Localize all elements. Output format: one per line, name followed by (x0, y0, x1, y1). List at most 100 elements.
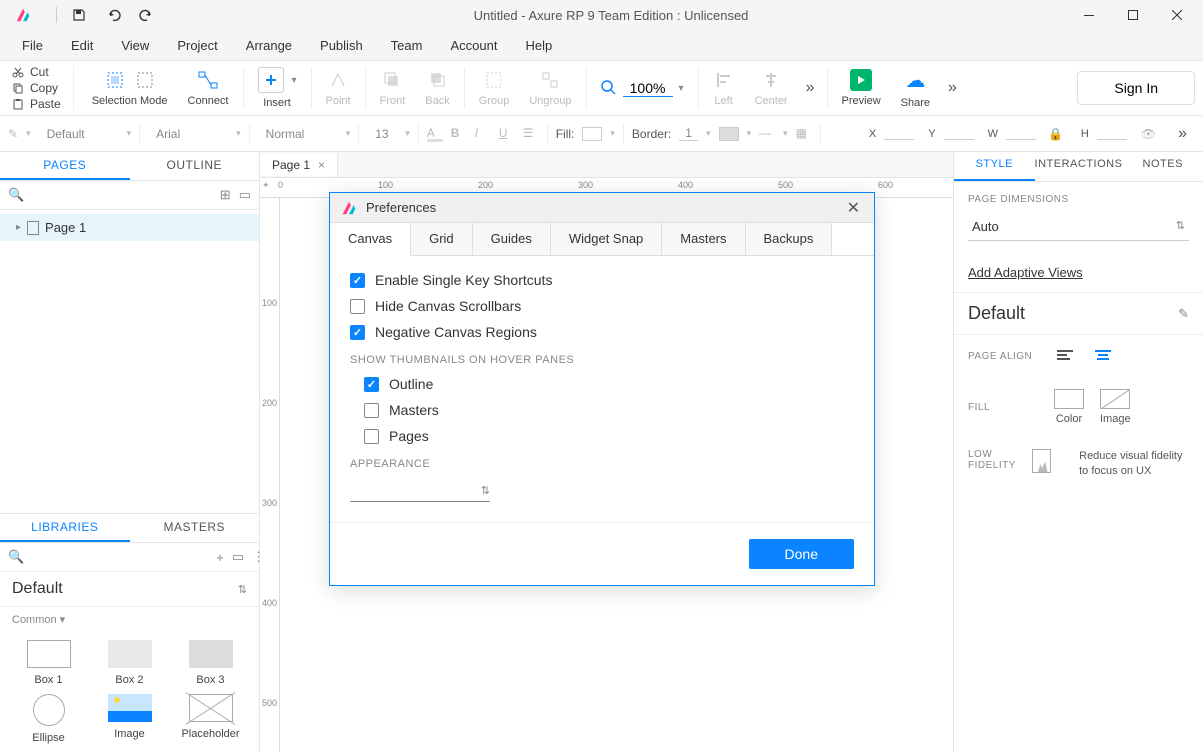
font-select[interactable]: Arial (148, 123, 228, 145)
w-input[interactable] (1006, 127, 1036, 140)
maximize-button[interactable] (1111, 0, 1155, 30)
copy-button[interactable]: Copy (8, 81, 65, 95)
chk-single-key[interactable] (350, 273, 365, 288)
add-lib-icon[interactable]: + (216, 550, 224, 565)
weight-select[interactable]: Normal (258, 123, 338, 145)
more-align-icon[interactable]: » (798, 79, 823, 97)
chk-outline[interactable] (364, 377, 379, 392)
chk-hide-scrollbars[interactable] (350, 299, 365, 314)
selection-mode-group[interactable]: Selection Mode (82, 69, 178, 107)
menu-help[interactable]: Help (511, 34, 566, 57)
bold-icon[interactable]: B (451, 126, 467, 142)
widget-image[interactable]: Image (93, 694, 166, 744)
align-left-btn[interactable] (1054, 347, 1076, 365)
italic-icon[interactable]: I (475, 126, 491, 142)
pages-search-input[interactable] (32, 188, 212, 203)
fill-color[interactable] (582, 127, 602, 141)
menu-publish[interactable]: Publish (306, 34, 377, 57)
share-group[interactable]: ☁Share (891, 68, 940, 109)
edit-style-icon[interactable]: ✎ (1178, 306, 1189, 322)
dialog-header[interactable]: Preferences ✕ (330, 193, 874, 223)
text-color-icon[interactable]: A (427, 126, 443, 142)
zoom-input[interactable] (623, 80, 673, 97)
menu-arrange[interactable]: Arrange (232, 34, 306, 57)
lofi-icon[interactable] (1032, 449, 1051, 473)
appearance-select[interactable]: ⇅ (350, 480, 490, 502)
menu-view[interactable]: View (107, 34, 163, 57)
widget-placeholder[interactable]: Placeholder (174, 694, 247, 744)
tab-pages[interactable]: PAGES (0, 152, 130, 180)
menu-account[interactable]: Account (436, 34, 511, 57)
dialog-close-icon[interactable]: ✕ (843, 198, 864, 218)
done-button[interactable]: Done (749, 539, 854, 569)
align-center-btn[interactable] (1092, 347, 1114, 365)
library-select[interactable]: Default⇅ (0, 572, 259, 607)
more-toolbar-icon[interactable]: » (940, 79, 965, 97)
lib-category[interactable]: Common ▾ (0, 607, 259, 632)
close-button[interactable] (1155, 0, 1199, 30)
pref-tab-grid[interactable]: Grid (411, 223, 473, 255)
underline-icon[interactable]: U (499, 126, 515, 142)
style-select[interactable]: Default (39, 123, 119, 145)
pref-tab-guides[interactable]: Guides (473, 223, 551, 255)
pref-tab-backups[interactable]: Backups (746, 223, 833, 255)
canvas-tab-page1[interactable]: Page 1× (260, 154, 338, 176)
widget-box3[interactable]: Box 3 (174, 640, 247, 686)
minimize-button[interactable] (1067, 0, 1111, 30)
insert-group[interactable]: ▾ Insert (248, 67, 307, 109)
tree-item-page1[interactable]: ▸ Page 1 (0, 214, 259, 241)
menu-project[interactable]: Project (163, 34, 231, 57)
connect-group[interactable]: Connect (178, 69, 239, 107)
menu-file[interactable]: File (8, 34, 57, 57)
pref-tab-widget-snap[interactable]: Widget Snap (551, 223, 662, 255)
save-icon[interactable] (71, 7, 87, 23)
border-color[interactable] (719, 127, 739, 141)
lib-search-input[interactable] (32, 550, 208, 565)
x-input[interactable] (884, 127, 914, 140)
menu-edit[interactable]: Edit (57, 34, 107, 57)
pref-tab-masters[interactable]: Masters (662, 223, 745, 255)
widget-ellipse[interactable]: Ellipse (12, 694, 85, 744)
tab-masters[interactable]: MASTERS (130, 514, 260, 542)
close-tab-icon[interactable]: × (318, 158, 325, 172)
widget-box2[interactable]: Box 2 (93, 640, 166, 686)
size-select[interactable]: 13 (367, 123, 397, 145)
zoom-group[interactable]: ▾ (591, 80, 694, 97)
adaptive-views-link[interactable]: Add Adaptive Views (968, 265, 1083, 280)
page-dim-select[interactable]: Auto⇅ (968, 213, 1189, 241)
tab-style[interactable]: STYLE (954, 152, 1035, 181)
lock-icon[interactable]: 🔒 (1048, 127, 1063, 141)
fill-color-box[interactable] (1054, 389, 1084, 409)
redo-icon[interactable] (139, 7, 155, 23)
fill-image-box[interactable] (1100, 389, 1130, 409)
border-style-icon[interactable]: — (759, 126, 775, 142)
select-intersect-icon[interactable] (134, 69, 156, 91)
paste-button[interactable]: Paste (8, 97, 65, 111)
y-input[interactable] (944, 127, 974, 140)
tab-interactions[interactable]: INTERACTIONS (1035, 152, 1123, 181)
undo-icon[interactable] (105, 7, 121, 23)
h-input[interactable] (1097, 127, 1127, 140)
add-page-icon[interactable]: ⊞ (220, 187, 231, 203)
signin-button[interactable]: Sign In (1077, 71, 1195, 105)
tab-libraries[interactable]: LIBRARIES (0, 514, 130, 542)
cut-button[interactable]: Cut (8, 65, 65, 79)
chk-negative-canvas[interactable] (350, 325, 365, 340)
border-sides-icon[interactable]: ▦ (796, 126, 812, 142)
select-contained-icon[interactable] (104, 69, 126, 91)
widget-box1[interactable]: Box 1 (12, 640, 85, 686)
menu-team[interactable]: Team (377, 34, 437, 57)
lib-menu-icon[interactable]: ▭ (232, 549, 244, 565)
preview-group[interactable]: Preview (832, 69, 891, 107)
chk-pages[interactable] (364, 429, 379, 444)
paint-icon[interactable]: ✎ (8, 127, 18, 141)
tab-notes[interactable]: NOTES (1122, 152, 1203, 181)
tab-outline[interactable]: OUTLINE (130, 152, 260, 180)
chk-masters[interactable] (364, 403, 379, 418)
border-width[interactable]: 1 (679, 126, 698, 141)
add-folder-icon[interactable]: ▭ (239, 187, 251, 203)
visibility-icon[interactable]: 👁 (1141, 127, 1156, 141)
pref-tab-canvas[interactable]: Canvas (330, 223, 411, 256)
bullets-icon[interactable]: ☰ (523, 126, 539, 142)
more-format-icon[interactable]: » (1170, 125, 1195, 143)
